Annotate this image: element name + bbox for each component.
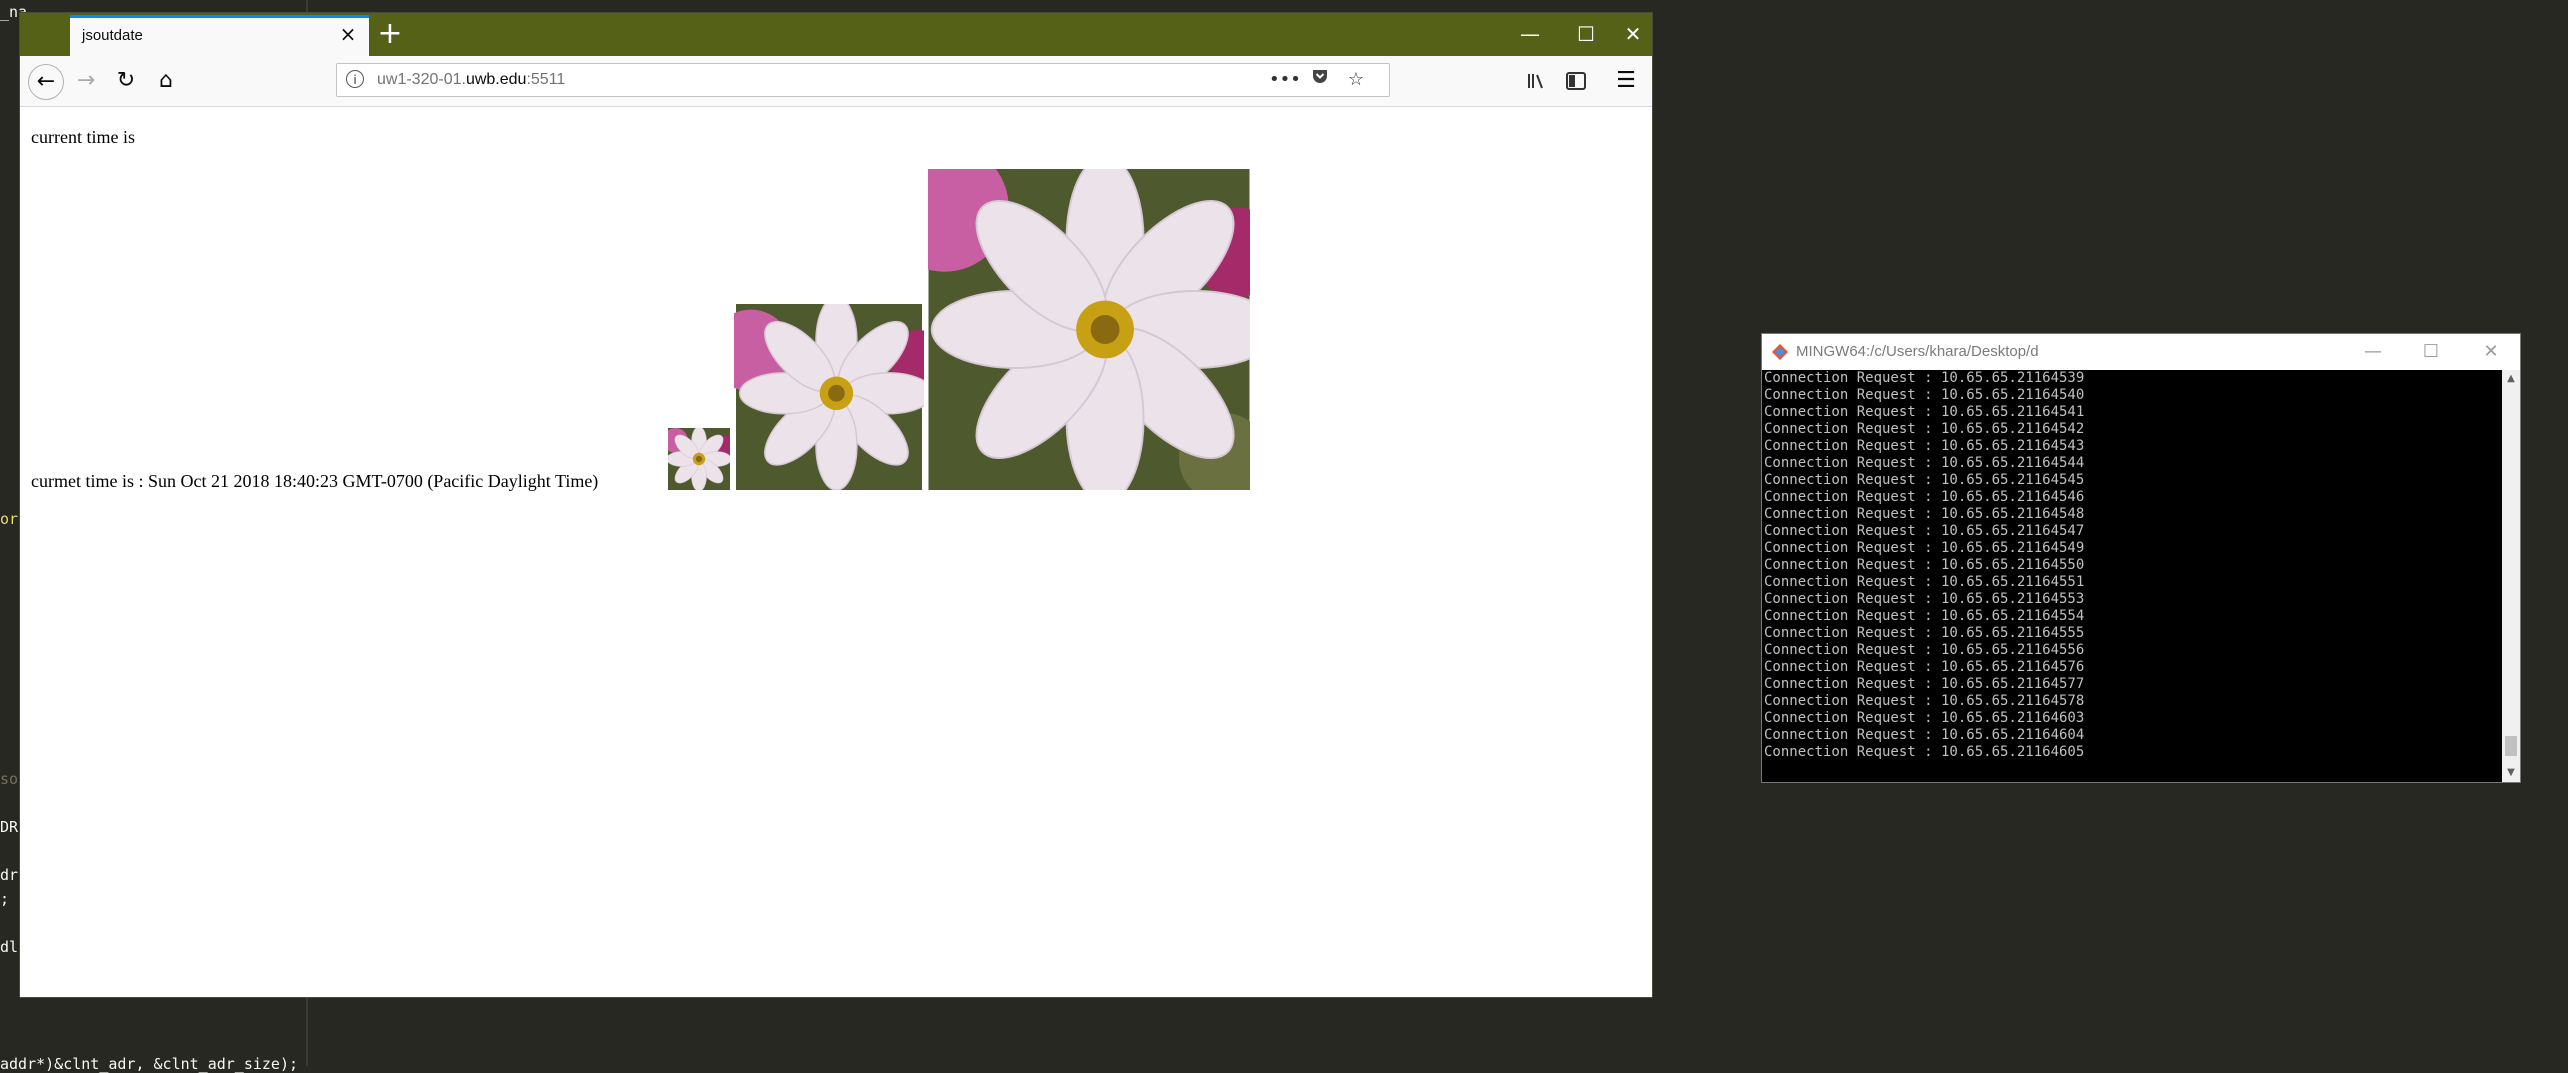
terminal-line: Connection Request : 10.65.65.21164539: [1764, 370, 2085, 386]
code-fragment: dl: [0, 938, 19, 956]
terminal-line: Connection Request : 10.65.65.21164541: [1764, 404, 2085, 420]
terminal-line: Connection Request : 10.65.65.21164545: [1764, 472, 2085, 488]
reload-icon[interactable]: ↻: [110, 65, 142, 97]
star-icon[interactable]: ☆: [1343, 67, 1369, 93]
terminal-close-button[interactable]: ✕: [2462, 334, 2520, 370]
flower-image-small: [668, 428, 730, 490]
terminal-line: Connection Request : 10.65.65.21164603: [1764, 710, 2085, 726]
back-arrow-icon[interactable]: ←: [28, 64, 64, 100]
browser-window: jsoutdate × + — ☐ ✕ ← → ↻ ⌂ i uw1-320-01…: [20, 13, 1652, 997]
scrollbar-thumb[interactable]: [2505, 736, 2517, 756]
flower-image: [668, 428, 730, 490]
terminal-scrollbar[interactable]: ▲ ▼: [2502, 370, 2520, 782]
url-host-main: uwb.edu: [465, 71, 527, 88]
url-text[interactable]: uw1-320-01.uwb.edu:5511: [377, 71, 565, 89]
terminal-line: Connection Request : 10.65.65.21164577: [1764, 676, 2085, 692]
scroll-up-icon[interactable]: ▲: [2502, 370, 2520, 388]
terminal-title: MINGW64:/c/Users/khara/Desktop/d: [1796, 343, 2039, 360]
tab-title: jsoutdate: [82, 27, 143, 44]
terminal-line: Connection Request : 10.65.65.21164549: [1764, 540, 2085, 556]
home-icon[interactable]: ⌂: [150, 65, 182, 97]
url-host-prefix: uw1-320-01.: [377, 71, 466, 88]
terminal-line: Connection Request : 10.65.65.21164546: [1764, 489, 2085, 505]
git-bash-icon: [1772, 344, 1788, 360]
sidebar-icon[interactable]: [1560, 65, 1592, 97]
close-window-button[interactable]: ✕: [1614, 13, 1652, 56]
terminal-line: Connection Request : 10.65.65.21164604: [1764, 727, 2085, 743]
terminal-line: Connection Request : 10.65.65.21164548: [1764, 506, 2085, 522]
terminal-line: Connection Request : 10.65.65.21164544: [1764, 455, 2085, 471]
terminal-window: MINGW64:/c/Users/khara/Desktop/d — ☐ ✕ C…: [1762, 334, 2520, 782]
url-bar[interactable]: i uw1-320-01.uwb.edu:5511 ••• ☆: [336, 63, 1390, 97]
tab-close-icon[interactable]: ×: [337, 23, 359, 45]
tab-jsoutdate[interactable]: jsoutdate ×: [70, 15, 369, 56]
terminal-line: Connection Request : 10.65.65.21164578: [1764, 693, 2085, 709]
info-icon[interactable]: i: [346, 70, 364, 88]
current-time-value: curmet time is : Sun Oct 21 2018 18:40:2…: [31, 471, 599, 491]
terminal-line: Connection Request : 10.65.65.21164540: [1764, 387, 2085, 403]
terminal-line: Connection Request : 10.65.65.21164551: [1764, 574, 2085, 590]
flower-image: [928, 169, 1250, 490]
code-fragment: dr: [0, 866, 19, 884]
library-icon[interactable]: [1520, 65, 1552, 97]
maximize-button[interactable]: ☐: [1558, 13, 1614, 56]
terminal-line: Connection Request : 10.65.65.21164543: [1764, 438, 2085, 454]
navigation-toolbar: ← → ↻ ⌂ i uw1-320-01.uwb.edu:5511 ••• ☆ …: [20, 56, 1652, 107]
new-tab-button[interactable]: +: [372, 17, 408, 53]
flower-image: [734, 304, 924, 490]
terminal-output[interactable]: Connection Request : 10.65.65.21164539 Co…: [1762, 370, 2502, 782]
terminal-titlebar: MINGW64:/c/Users/khara/Desktop/d — ☐ ✕: [1762, 334, 2520, 370]
terminal-minimize-button[interactable]: —: [2344, 334, 2402, 370]
flower-image-medium: [734, 304, 924, 490]
terminal-line: Connection Request : 10.65.65.21164555: [1764, 625, 2085, 641]
page-content: current time is curmet time is : Sun Oct…: [20, 107, 1652, 997]
terminal-line: Connection Request : 10.65.65.21164556: [1764, 642, 2085, 658]
terminal-line: Connection Request : 10.65.65.21164576: [1764, 659, 2085, 675]
code-fragment: or: [0, 510, 19, 528]
more-icon[interactable]: •••: [1269, 67, 1301, 93]
flower-image-large: [928, 169, 1250, 490]
minimize-button[interactable]: —: [1502, 13, 1558, 56]
code-fragment: ;: [0, 890, 10, 908]
forward-arrow-icon[interactable]: →: [70, 65, 102, 97]
browser-titlebar: jsoutdate × + — ☐ ✕: [20, 13, 1652, 56]
terminal-line: Connection Request : 10.65.65.21164547: [1764, 523, 2085, 539]
scroll-down-icon[interactable]: ▼: [2502, 764, 2520, 782]
code-fragment: so: [0, 770, 19, 788]
terminal-maximize-button[interactable]: ☐: [2402, 334, 2460, 370]
current-time-label: current time is: [31, 127, 135, 147]
terminal-line: Connection Request : 10.65.65.21164542: [1764, 421, 2085, 437]
terminal-line: Connection Request : 10.65.65.21164554: [1764, 608, 2085, 624]
url-port: :5511: [526, 71, 566, 88]
pocket-icon[interactable]: [1307, 67, 1333, 93]
menu-icon[interactable]: ☰: [1610, 65, 1642, 97]
terminal-line: Connection Request : 10.65.65.21164605: [1764, 744, 2085, 760]
terminal-line: Connection Request : 10.65.65.21164553: [1764, 591, 2085, 607]
terminal-line: Connection Request : 10.65.65.21164550: [1764, 557, 2085, 573]
code-fragment: DR: [0, 818, 19, 836]
code-fragment: addr*)&clnt_adr, &clnt_adr_size);: [0, 1055, 299, 1073]
